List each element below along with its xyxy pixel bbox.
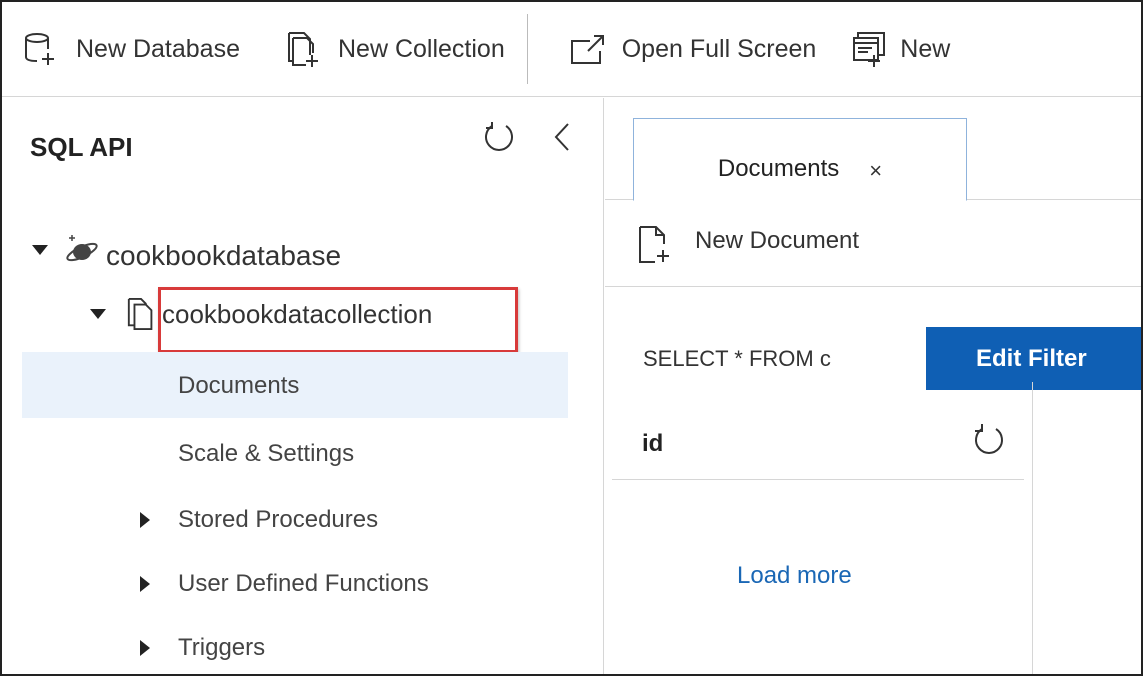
tree-item-user-defined-functions[interactable]: User Defined Functions (140, 570, 429, 598)
expand-caret-icon (32, 245, 48, 255)
expand-caret-icon (140, 576, 150, 592)
edit-filter-button[interactable]: Edit Filter (926, 327, 1141, 390)
tree-item-scale-settings[interactable]: Scale & Settings (178, 440, 354, 468)
refresh-icon[interactable] (482, 120, 516, 154)
new-item-button[interactable]: New (852, 2, 950, 97)
tree-item-label: Triggers (178, 634, 266, 661)
database-name: cookbookdatabase (106, 240, 342, 271)
open-full-screen-button[interactable]: Open Full Screen (570, 2, 817, 97)
new-document-button[interactable]: New Document (637, 224, 859, 264)
highlight-annotation (158, 287, 518, 353)
column-header-id: id (642, 430, 664, 457)
refresh-icon[interactable] (972, 422, 1006, 458)
tree-item-triggers[interactable]: Triggers (140, 634, 265, 662)
tree-item-label: User Defined Functions (178, 570, 429, 597)
expand-caret-icon (90, 309, 106, 319)
tree-item-database[interactable]: cookbookdatabase (32, 228, 341, 272)
expand-caret-icon (140, 640, 150, 656)
new-item-label: New (900, 34, 951, 63)
query-text: SELECT * FROM c (643, 346, 831, 371)
tab-strip: Documents × (605, 98, 1141, 201)
toolbar: New Database New Collection Open Full Sc… (2, 2, 1141, 97)
new-collection-label: New Collection (337, 34, 505, 63)
main-panel: Documents × New Document SELECT * FROM c… (605, 98, 1141, 674)
expand-caret-icon (140, 512, 150, 528)
collapse-chevron-icon[interactable] (550, 120, 574, 154)
new-document-label: New Document (695, 226, 860, 254)
new-database-icon (25, 33, 54, 65)
api-title: SQL API (30, 132, 133, 162)
cosmos-database-icon (66, 235, 98, 262)
resource-tree-panel: SQL API cookbookdatabase cookbookdatacol… (2, 98, 604, 674)
new-collection-button[interactable]: New Collection (286, 2, 505, 97)
command-bar: New Document (605, 201, 1141, 287)
tree-item-label: Scale & Settings (178, 440, 355, 467)
new-database-button[interactable]: New Database (24, 2, 240, 97)
collection-icon (127, 298, 153, 330)
tab-documents[interactable]: Documents × (633, 118, 967, 201)
close-icon[interactable]: × (869, 158, 882, 184)
new-database-label: New Database (76, 34, 240, 63)
tree-item-documents[interactable]: Documents (178, 372, 299, 400)
new-document-icon (639, 225, 669, 263)
tree-item-label: Documents (178, 372, 300, 399)
toolbar-divider (526, 14, 528, 84)
data-explorer-window: New Database New Collection Open Full Sc… (0, 0, 1143, 676)
grid-header: id (612, 382, 1024, 480)
tab-label: Documents (717, 154, 840, 182)
new-collection-icon (287, 32, 318, 67)
documents-grid: id Load more (612, 382, 1033, 674)
tree-item-label: Stored Procedures (178, 506, 379, 533)
tree-item-stored-procedures[interactable]: Stored Procedures (140, 506, 378, 534)
open-full-screen-icon (570, 35, 604, 64)
load-more-link[interactable]: Load more (737, 562, 852, 590)
open-full-screen-label: Open Full Screen (621, 34, 817, 63)
new-window-icon (853, 32, 886, 67)
